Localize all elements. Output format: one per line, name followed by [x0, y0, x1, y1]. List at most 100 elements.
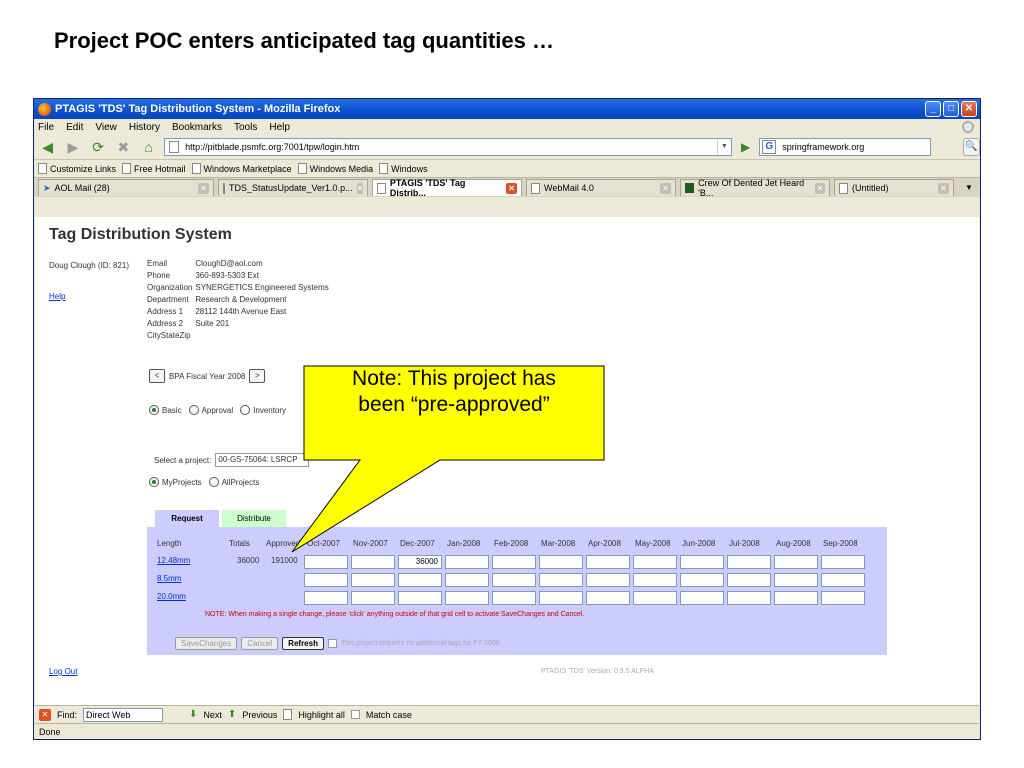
grid-cell-input[interactable] — [821, 591, 865, 605]
grid-cell-input[interactable] — [351, 555, 395, 569]
menu-edit[interactable]: Edit — [66, 122, 83, 133]
list-all-tabs-icon[interactable]: ▼ — [962, 181, 976, 195]
grid-cell-input[interactable] — [586, 573, 630, 587]
grid-cell-input[interactable] — [727, 591, 771, 605]
grid-cell-input[interactable] — [445, 573, 489, 587]
grid-cell-input[interactable] — [727, 555, 771, 569]
radio-basic[interactable] — [149, 405, 159, 415]
project-select[interactable]: 00-GS-75064: LSRCP — [215, 453, 310, 467]
tab-request[interactable]: Request — [155, 510, 219, 528]
grid-cell-input[interactable] — [445, 555, 489, 569]
next-year-button[interactable]: > — [249, 369, 266, 383]
grid-cell-input[interactable] — [680, 591, 724, 605]
grid-cell-input[interactable] — [774, 555, 818, 569]
grid-cell-input[interactable] — [351, 591, 395, 605]
menu-bookmarks[interactable]: Bookmarks — [172, 122, 222, 133]
find-input[interactable]: Direct Web — [83, 707, 164, 722]
grid-cell-input[interactable] — [680, 573, 724, 587]
link-item[interactable]: Windows — [379, 163, 428, 174]
grid-cell-input[interactable] — [586, 591, 630, 605]
grid-cell-input[interactable] — [680, 555, 724, 569]
cancel-button[interactable]: Cancel — [241, 637, 279, 650]
reload-icon[interactable]: ⟳ — [88, 138, 107, 156]
tab-close-icon[interactable]: ✕ — [660, 182, 671, 194]
menu-tools[interactable]: Tools — [234, 122, 257, 133]
grid-cell-input[interactable] — [304, 555, 348, 569]
find-next-button[interactable]: Next — [203, 710, 222, 720]
tab-close-icon[interactable]: ✕ — [356, 182, 364, 194]
url-bar[interactable]: http://pitblade.psmfc.org:7001/tpw/login… — [164, 138, 732, 156]
tab-untitled[interactable]: (Untitled) ✕ — [834, 179, 954, 196]
grid-cell-input[interactable] — [398, 573, 442, 587]
length-link-8-5mm[interactable]: 8.5mm — [157, 574, 181, 583]
grid-cell-input[interactable] — [774, 591, 818, 605]
grid-cell-input[interactable] — [633, 555, 677, 569]
grid-cell-input[interactable] — [774, 573, 818, 587]
radio-approval[interactable] — [188, 405, 199, 415]
grid-cell-input[interactable] — [539, 573, 583, 587]
logout-link[interactable]: Log Out — [49, 667, 77, 676]
search-box[interactable]: G springframework.org — [759, 138, 931, 156]
link-item[interactable]: Free Hotmail — [122, 163, 186, 174]
close-find-icon[interactable]: ✕ — [39, 708, 51, 721]
home-icon[interactable]: ⌂ — [139, 138, 158, 156]
match-case-checkbox[interactable] — [350, 710, 360, 719]
minimize-button[interactable]: _ — [925, 101, 941, 117]
menu-history[interactable]: History — [129, 122, 160, 133]
radio-inventory[interactable] — [240, 405, 251, 415]
maximize-button[interactable]: □ — [943, 101, 959, 117]
grid-cell-input[interactable] — [633, 591, 677, 605]
google-icon[interactable]: G — [762, 140, 777, 154]
grid-cell-input[interactable] — [304, 573, 348, 587]
menu-view[interactable]: View — [95, 122, 117, 133]
grid-cell-input[interactable] — [304, 591, 348, 605]
grid-cell-input[interactable] — [586, 555, 630, 569]
radio-allprojects[interactable] — [208, 477, 219, 487]
grid-cell-input[interactable] — [492, 573, 536, 587]
go-icon[interactable]: ▶ — [738, 139, 753, 155]
grid-cell-input[interactable] — [445, 591, 489, 605]
search-icon[interactable]: 🔍 — [962, 138, 980, 156]
tab-close-icon[interactable]: ✕ — [198, 182, 209, 194]
back-icon[interactable]: ◀ — [38, 138, 57, 156]
grid-cell-input[interactable] — [351, 573, 395, 587]
help-link[interactable]: Help — [49, 292, 65, 301]
url-dropdown-icon[interactable]: ▼ — [716, 139, 731, 155]
link-item[interactable]: Windows Media — [297, 163, 373, 174]
stop-icon[interactable]: ✖ — [114, 138, 133, 156]
no-tags-checkbox[interactable] — [327, 639, 337, 648]
grid-cell-input[interactable] — [727, 573, 771, 587]
tab-distribute[interactable]: Distribute — [222, 510, 286, 528]
grid-cell-input[interactable] — [492, 555, 536, 569]
forward-icon[interactable]: ▶ — [63, 138, 82, 156]
tab-aol-mail[interactable]: ➤ AOL Mail (28) ✕ — [38, 179, 214, 196]
grid-cell-input[interactable] — [398, 591, 442, 605]
tab-close-icon[interactable]: ✕ — [506, 182, 517, 194]
grid-cell-input[interactable] — [539, 555, 583, 569]
link-item[interactable]: Customize Links — [38, 163, 116, 174]
radio-myprojects[interactable] — [149, 477, 159, 487]
tab-ptagis-tds[interactable]: PTAGIS 'TDS' Tag Distrib... ✕ — [372, 178, 522, 198]
grid-cell-input[interactable]: 36000 — [398, 555, 442, 569]
grid-cell-input[interactable] — [821, 573, 865, 587]
grid-cell-input[interactable] — [821, 555, 865, 569]
close-window-button[interactable]: ✕ — [961, 101, 977, 117]
length-link-20-0mm[interactable]: 20.0mm — [157, 592, 186, 601]
grid-cell-input[interactable] — [633, 573, 677, 587]
save-changes-button[interactable]: SaveChanges — [175, 637, 238, 650]
tab-close-icon[interactable]: ✕ — [814, 182, 826, 194]
tab-tds-status[interactable]: TDS_StatusUpdate_Ver1.0.p... ✕ — [218, 179, 368, 196]
grid-cell-input[interactable] — [539, 591, 583, 605]
tab-crew[interactable]: Crew Of Dented Jet Heard 'B... ✕ — [680, 178, 830, 198]
tab-close-icon[interactable]: ✕ — [938, 182, 949, 194]
highlight-all-button[interactable]: Highlight all — [298, 710, 345, 720]
refresh-button[interactable]: Refresh — [282, 637, 324, 650]
find-previous-button[interactable]: Previous — [242, 710, 277, 720]
tab-webmail[interactable]: WebMail 4.0 ✕ — [526, 179, 676, 196]
link-item[interactable]: Windows Marketplace — [191, 163, 292, 174]
menu-file[interactable]: File — [38, 122, 54, 133]
menu-help[interactable]: Help — [269, 122, 290, 133]
length-link-12-48mm[interactable]: 12.48mm — [157, 556, 190, 565]
prev-year-button[interactable]: < — [149, 369, 165, 383]
grid-cell-input[interactable] — [492, 591, 536, 605]
